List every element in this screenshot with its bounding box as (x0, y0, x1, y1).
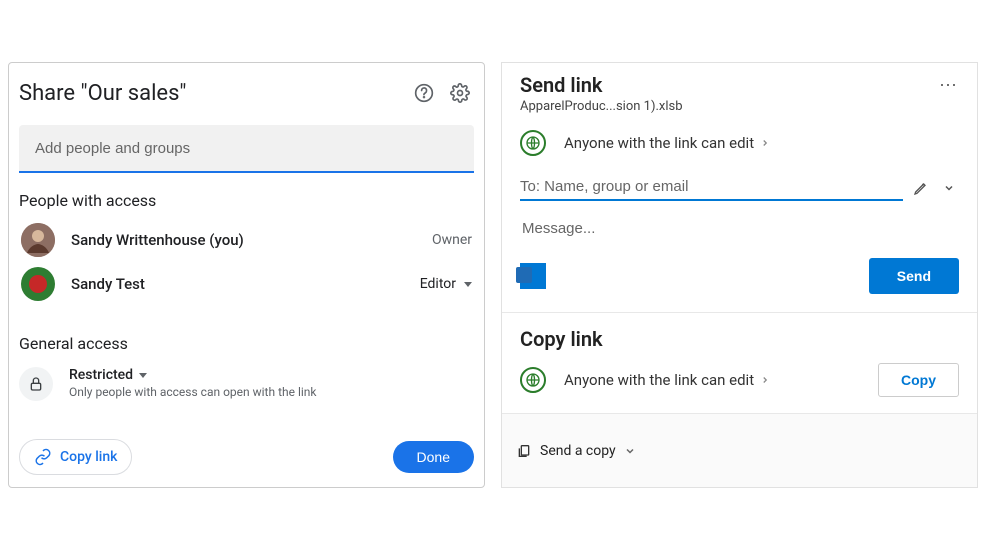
person-name: Sandy Writtenhouse (you) (71, 231, 432, 249)
done-button[interactable]: Done (393, 441, 474, 473)
link-icon (34, 448, 52, 466)
chevron-right-icon (760, 138, 770, 148)
avatar (21, 267, 55, 301)
help-icon[interactable] (410, 79, 438, 107)
person-name: Sandy Test (71, 275, 420, 293)
send-button[interactable]: Send (869, 258, 959, 294)
send-a-copy-bar[interactable]: Send a copy (502, 414, 977, 487)
more-options-icon[interactable]: ⋯ (939, 75, 959, 96)
permission-text: Anyone with the link can edit (564, 134, 754, 152)
chevron-down-icon[interactable] (939, 182, 959, 194)
share-dialog: Share "Our sales" People with access San… (8, 62, 485, 488)
copy-button[interactable]: Copy (878, 363, 959, 397)
person-row: Sandy Writtenhouse (you) Owner (19, 218, 474, 262)
recipient-input[interactable] (520, 174, 903, 201)
copy-link-section: Copy link Anyone with the link can edit … (502, 313, 977, 414)
send-row: Send (520, 258, 959, 294)
send-link-header: Send link ⋯ (520, 73, 959, 97)
globe-icon (520, 367, 546, 393)
share-footer: Copy link Done (19, 427, 474, 475)
share-header: Share "Our sales" (19, 73, 474, 113)
link-permission-row[interactable]: Anyone with the link can edit (520, 130, 959, 156)
send-link-title: Send link (520, 73, 939, 97)
send-copy-label: Send a copy (540, 443, 616, 459)
chevron-down-icon (464, 282, 472, 287)
message-input[interactable] (520, 219, 959, 238)
lock-icon (19, 367, 53, 401)
send-link-dialog: Send link ⋯ ApparelProduc...sion 1).xlsb… (501, 62, 978, 488)
outlook-icon[interactable] (520, 263, 546, 289)
role-label: Owner (432, 232, 472, 248)
globe-icon (520, 130, 546, 156)
role-label: Editor (420, 276, 456, 292)
chevron-right-icon (760, 375, 770, 385)
avatar (21, 223, 55, 257)
general-access-row: Restricted Only people with access can o… (19, 367, 474, 401)
settings-icon[interactable] (446, 79, 474, 107)
add-people-input[interactable] (33, 139, 460, 158)
share-title: Share "Our sales" (19, 81, 402, 106)
edit-permission-icon[interactable] (911, 180, 931, 196)
copy-link-label: Copy link (60, 449, 117, 465)
general-access-mode: Restricted (69, 367, 133, 383)
role-dropdown[interactable]: Editor (420, 276, 472, 292)
chevron-down-icon (624, 445, 636, 457)
chevron-down-icon (139, 373, 147, 378)
people-section-title: People with access (19, 191, 474, 210)
copy-file-icon (516, 443, 532, 459)
general-access-mode-dropdown[interactable]: Restricted (69, 367, 474, 383)
filename-label: ApparelProduc...sion 1).xlsb (520, 99, 959, 114)
person-row: Sandy Test Editor (19, 262, 474, 306)
copy-link-title: Copy link (520, 327, 959, 351)
permission-text: Anyone with the link can edit (564, 371, 754, 389)
general-access-title: General access (19, 334, 474, 353)
general-access-subtext: Only people with access can open with th… (69, 385, 474, 399)
copy-link-button[interactable]: Copy link (19, 439, 132, 475)
add-people-field-wrap[interactable] (19, 125, 474, 173)
send-link-section: Send link ⋯ ApparelProduc...sion 1).xlsb… (502, 63, 977, 313)
recipient-row (520, 174, 959, 201)
copy-link-row: Anyone with the link can edit Copy (520, 363, 959, 397)
